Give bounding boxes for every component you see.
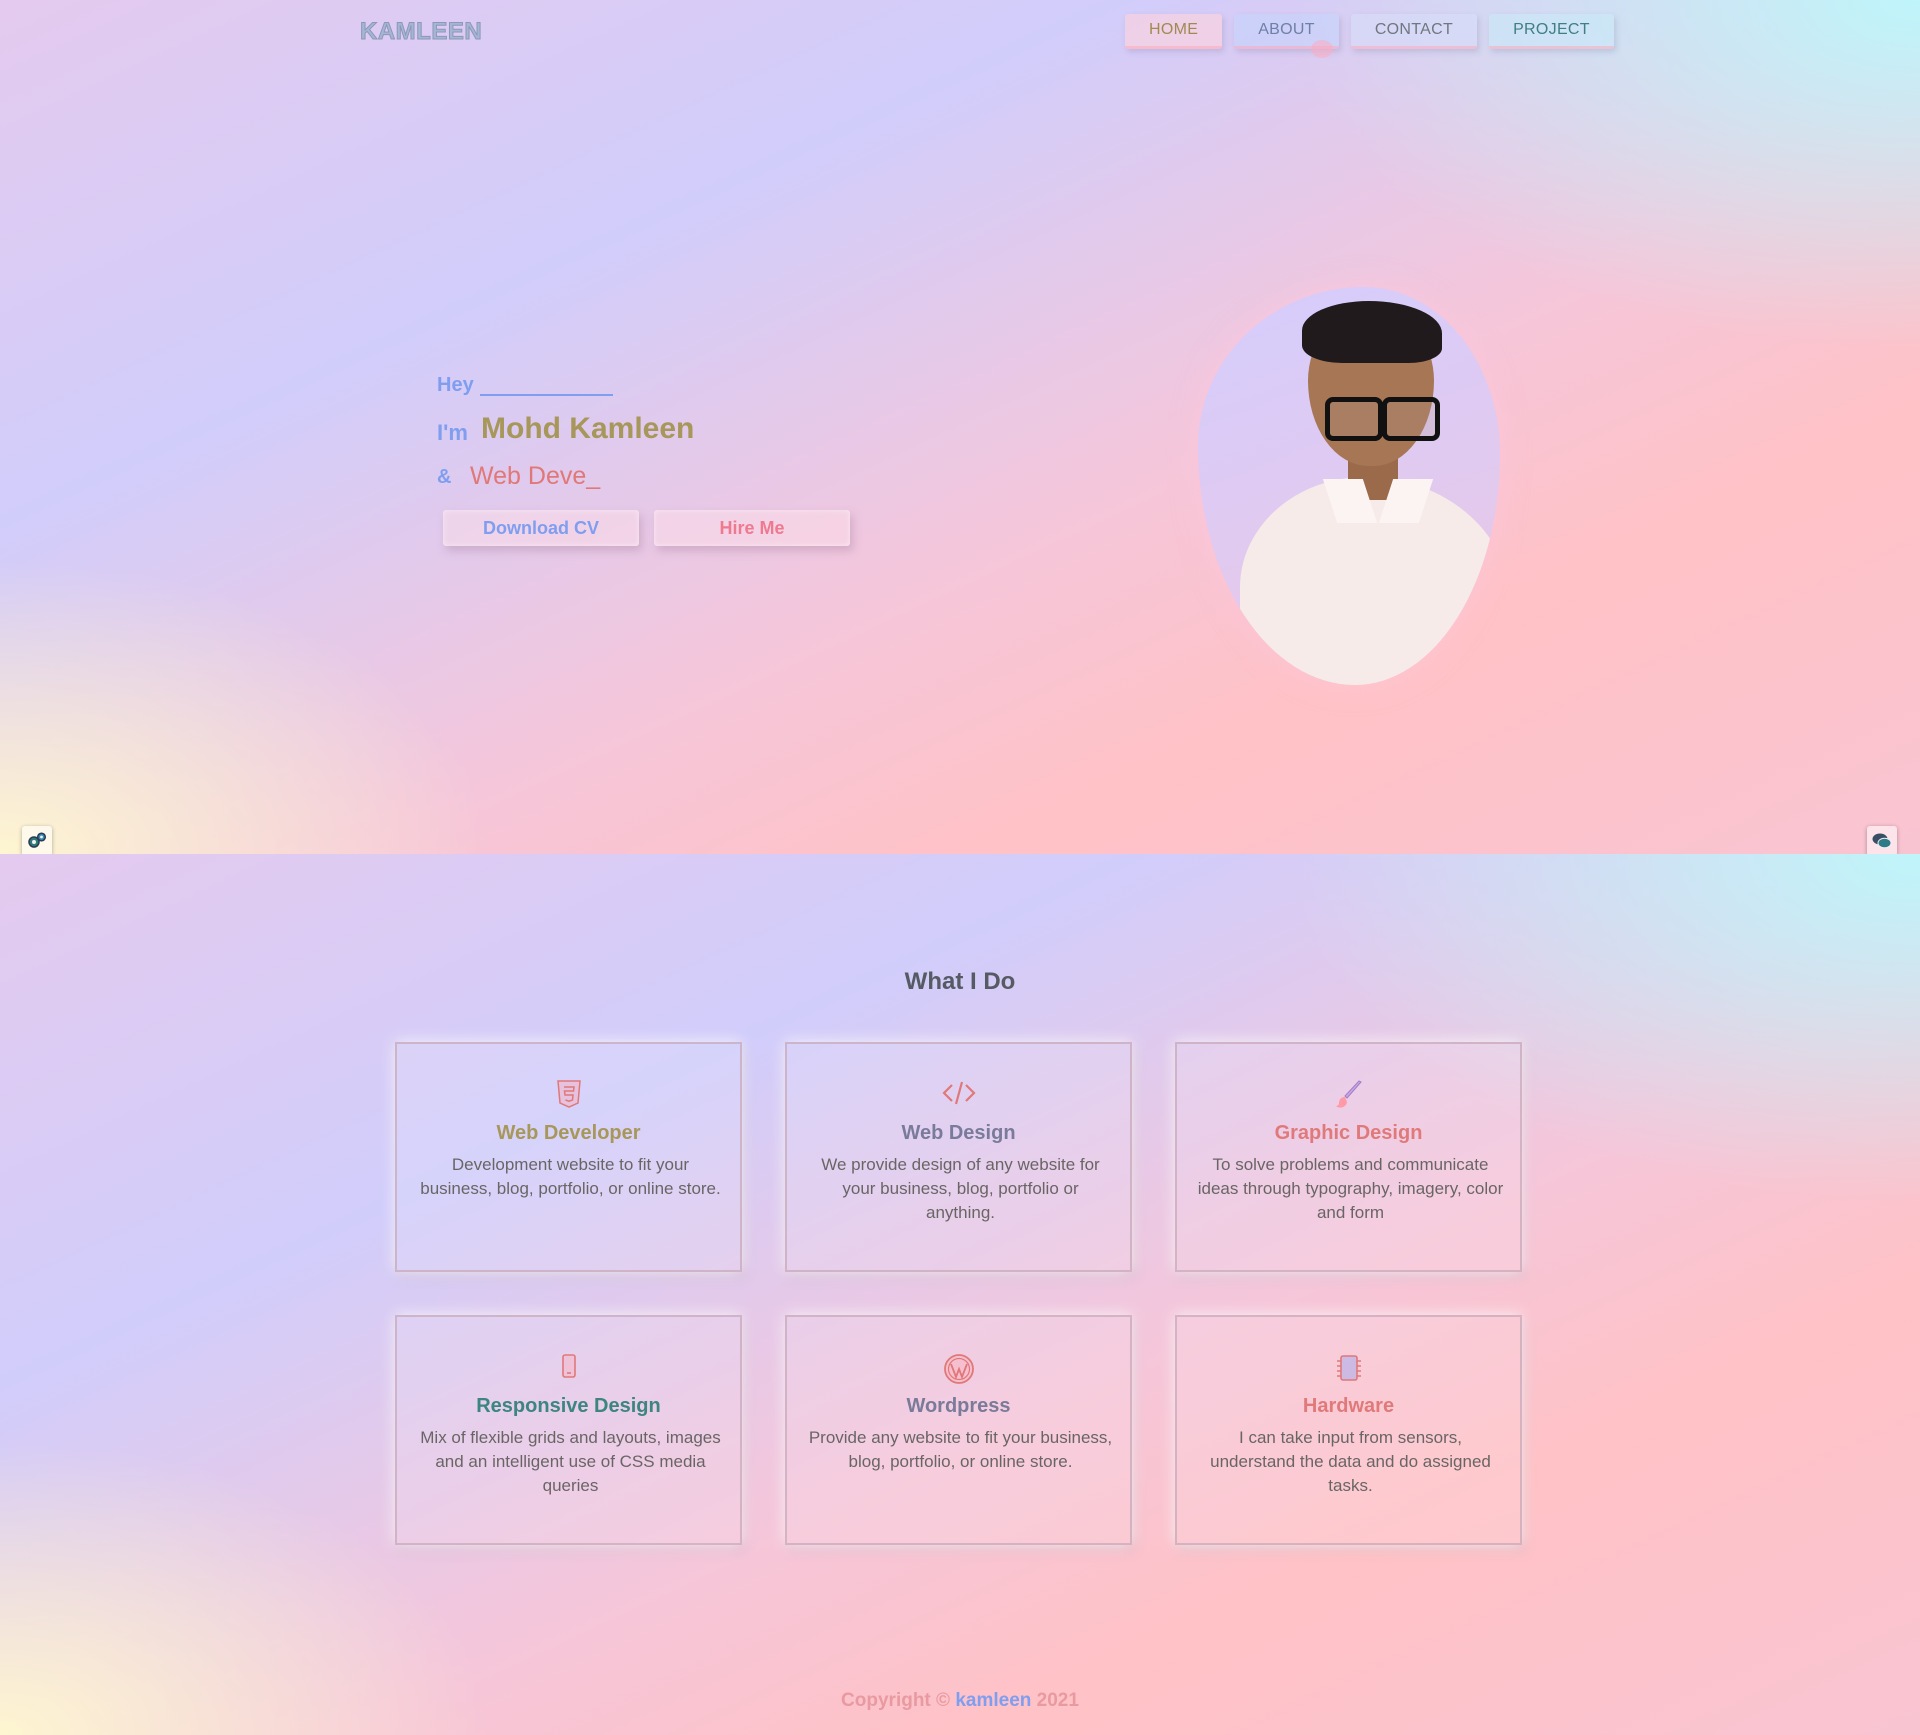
- site-logo[interactable]: KAMLEEN: [359, 18, 482, 46]
- hero-role-typing: Web Deve_: [470, 462, 601, 490]
- hero-name: Mohd Kamleen: [481, 412, 695, 445]
- service-description: I can take input from sensors, understan…: [1210, 1428, 1491, 1495]
- nav-project[interactable]: PROJECT: [1489, 14, 1614, 49]
- service-description: Mix of flexible grids and layouts, image…: [420, 1428, 721, 1495]
- service-card-hardware: Hardware I can take input from sensors, …: [1175, 1315, 1522, 1545]
- html5-icon: [556, 1080, 581, 1108]
- service-card-wordpress: Wordpress Provide any website to fit you…: [785, 1315, 1132, 1545]
- download-cv-button[interactable]: Download CV: [443, 510, 639, 546]
- service-card-responsive-design: Responsive Design Mix of flexible grids …: [395, 1315, 742, 1545]
- hero-section: KAMLEEN HOME ABOUT CONTACT PROJECT Hey I…: [0, 0, 1920, 856]
- chat-icon: [1872, 833, 1892, 849]
- service-title: Web Design: [901, 1122, 1016, 1144]
- code-icon: [941, 1081, 976, 1105]
- service-title: Hardware: [1302, 1395, 1395, 1417]
- service-description: Provide any website to fit your business…: [808, 1428, 1113, 1471]
- wordpress-icon: [943, 1354, 974, 1384]
- service-description: Development website to fit your business…: [420, 1155, 721, 1198]
- service-title: Wordpress: [906, 1395, 1011, 1417]
- photo-hair: [1302, 301, 1442, 363]
- chat-widget[interactable]: [1867, 826, 1897, 856]
- chip-icon: [1336, 1355, 1361, 1381]
- service-card-web-design: Web Design We provide design of any webs…: [785, 1042, 1132, 1272]
- profile-photo: [1198, 287, 1500, 685]
- service-description: We provide design of any website for you…: [821, 1155, 1100, 1222]
- paintbrush-icon: [1335, 1080, 1362, 1108]
- nav-home[interactable]: HOME: [1125, 14, 1223, 49]
- nav-contact[interactable]: CONTACT: [1350, 14, 1478, 49]
- copyright-text: Copyright ©: [841, 1690, 951, 1711]
- service-card-web-developer: Web Developer Development website to fit…: [395, 1042, 742, 1272]
- service-card-graphic-design: Graphic Design To solve problems and com…: [1175, 1042, 1522, 1272]
- service-description: To solve problems and communicate ideas …: [1197, 1155, 1504, 1222]
- greeting-hey: Hey: [437, 374, 474, 396]
- greeting-amp: &: [437, 466, 452, 488]
- greeting-im: I'm: [437, 420, 468, 445]
- services-section: What I Do Web Developer Development webs…: [0, 854, 1920, 1735]
- footer-brand-link[interactable]: kamleen: [955, 1690, 1031, 1711]
- footer-copyright: Copyright © kamleen 2021: [0, 1690, 1920, 1712]
- nav-decoration: [1311, 40, 1333, 58]
- greeting-underline: [480, 394, 613, 396]
- service-title: Responsive Design: [476, 1395, 661, 1417]
- main-nav: HOME ABOUT CONTACT PROJECT: [1125, 14, 1614, 49]
- service-title: Web Developer: [496, 1122, 641, 1144]
- service-title: Graphic Design: [1274, 1122, 1423, 1144]
- mobile-icon: [561, 1354, 576, 1378]
- settings-widget[interactable]: [22, 826, 52, 856]
- hire-me-button[interactable]: Hire Me: [654, 510, 850, 546]
- gears-icon: [28, 832, 47, 848]
- copyright-year: 2021: [1036, 1690, 1079, 1711]
- photo-glasses: [1382, 397, 1440, 441]
- section-title: What I Do: [904, 968, 1016, 995]
- photo-glasses: [1325, 397, 1383, 441]
